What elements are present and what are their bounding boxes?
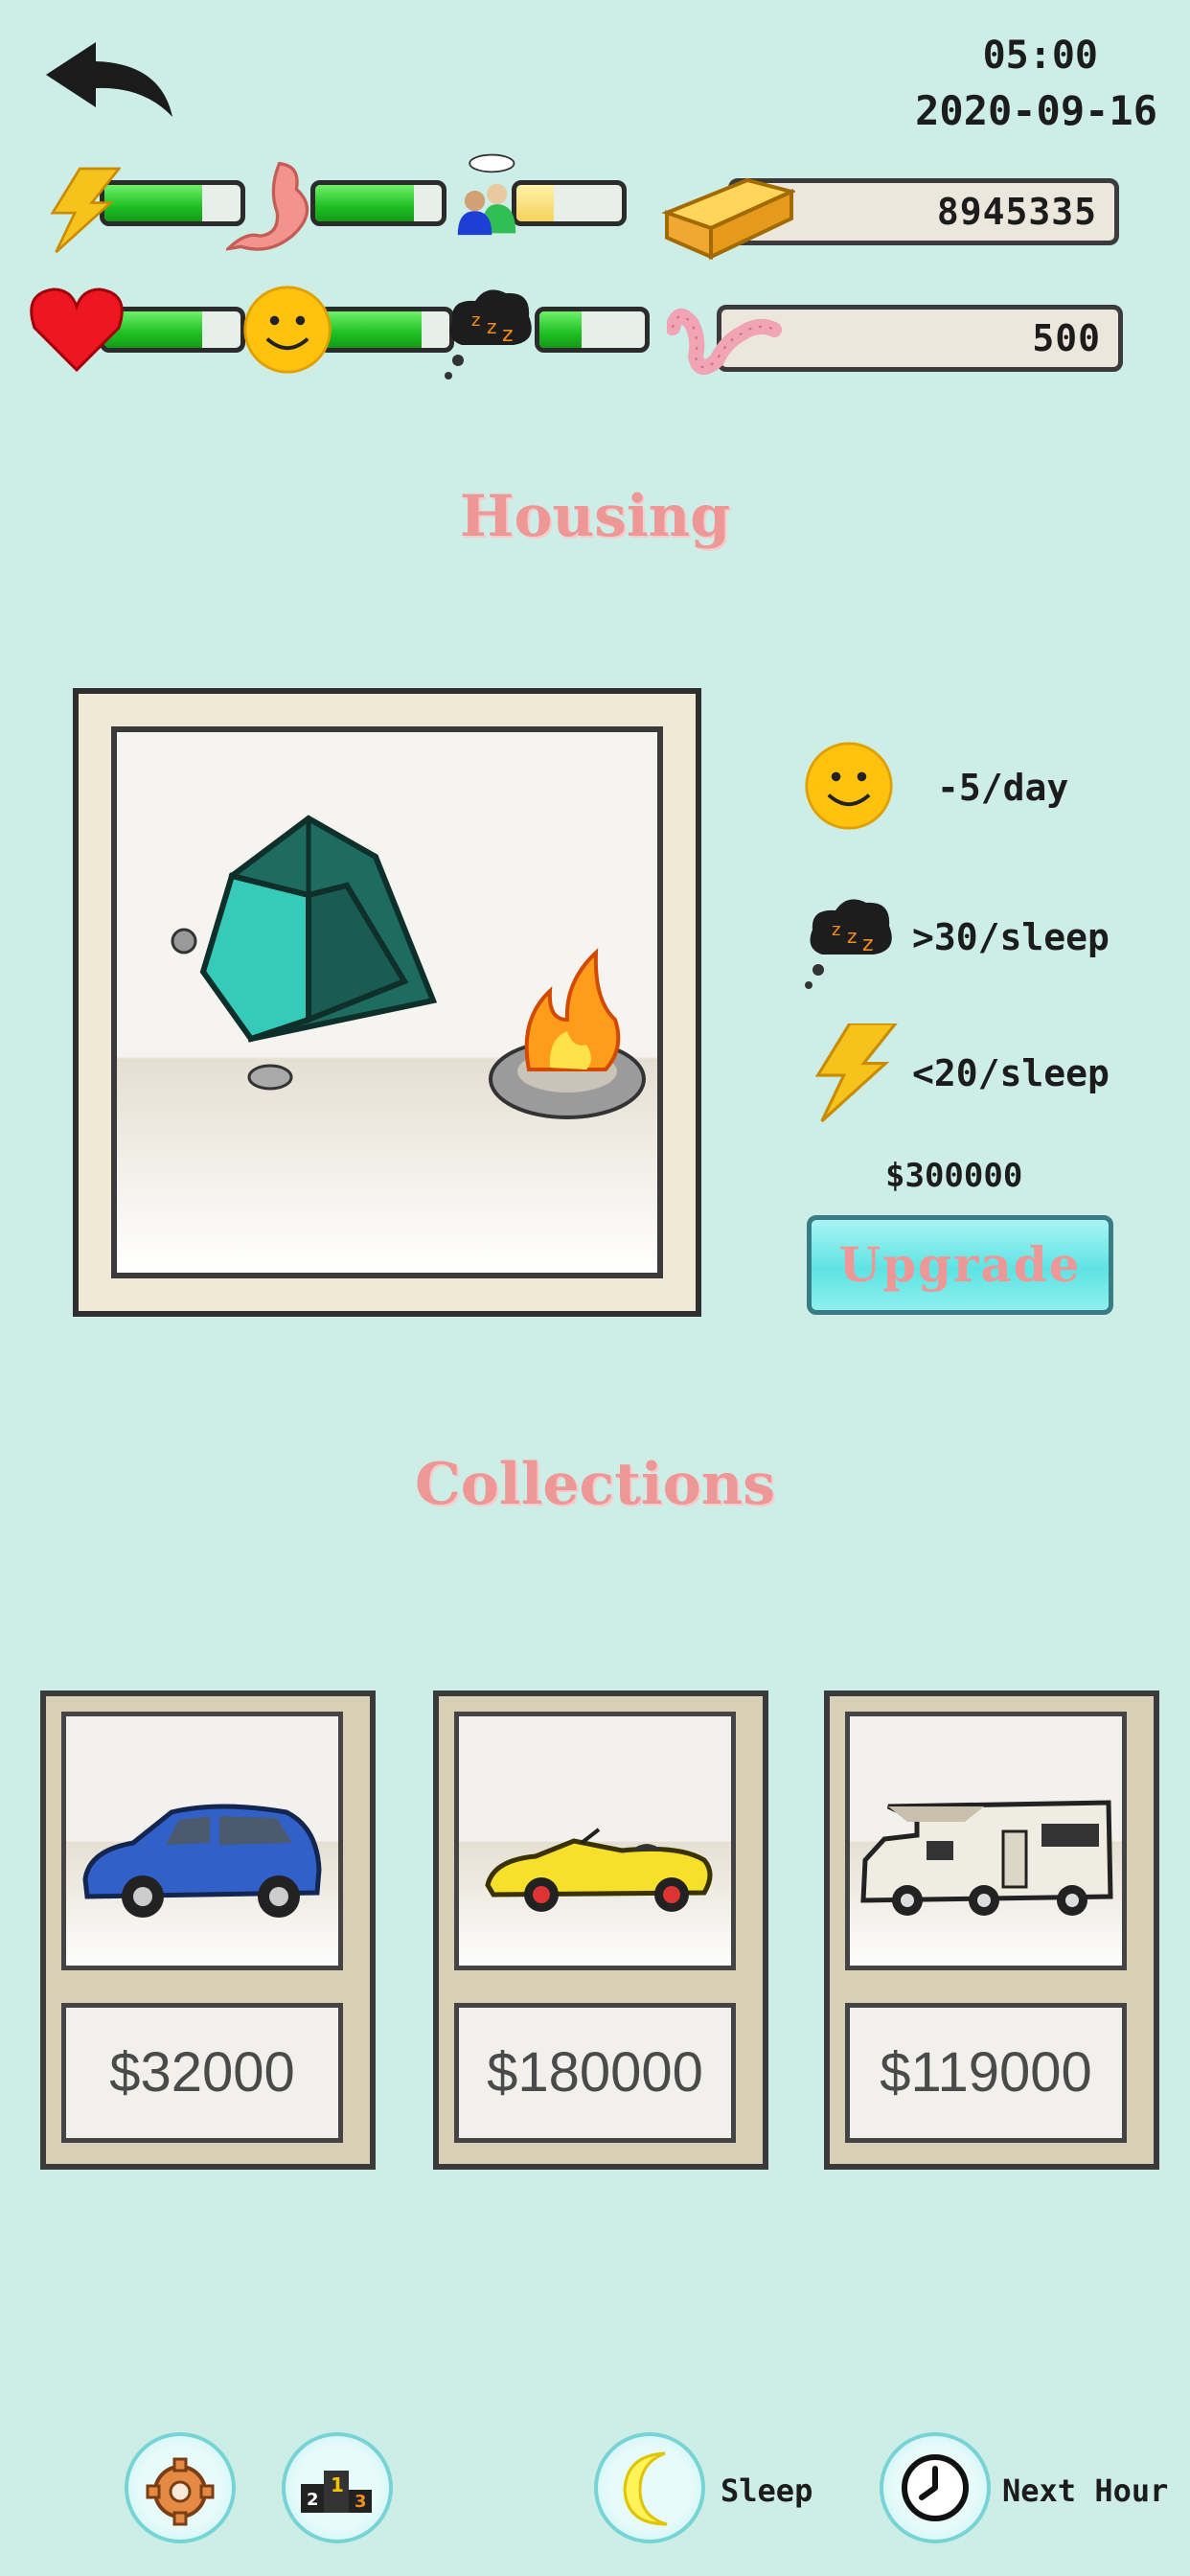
effect-happiness-text: -5/day bbox=[937, 767, 1069, 809]
collection-price: $180000 bbox=[454, 2003, 736, 2143]
lightning-icon bbox=[814, 1022, 899, 1123]
back-button[interactable] bbox=[38, 34, 182, 121]
effect-happiness bbox=[803, 740, 895, 836]
social-stat bbox=[456, 153, 629, 236]
worm-icon bbox=[667, 309, 782, 375]
gold-value: 8945335 bbox=[936, 191, 1097, 233]
tent-campfire-illustration bbox=[171, 815, 646, 1119]
sleep-cloud-icon: z z z bbox=[805, 899, 892, 989]
sleep-stat: z z z bbox=[443, 289, 650, 380]
collections-title: Collections bbox=[415, 1451, 775, 1518]
smiley-icon bbox=[243, 286, 332, 374]
sleep-button[interactable] bbox=[594, 2432, 705, 2543]
housing-image bbox=[111, 726, 663, 1278]
effect-energy-text: <20/sleep bbox=[912, 1052, 1110, 1094]
podium-icon: 2 1 3 bbox=[301, 2471, 372, 2513]
settings-button[interactable] bbox=[125, 2432, 236, 2543]
svg-text:z: z bbox=[471, 310, 480, 331]
upgrade-button[interactable]: Upgrade bbox=[807, 1215, 1113, 1315]
energy-stat bbox=[44, 165, 245, 254]
collection-price: $32000 bbox=[61, 2003, 343, 2143]
lightning-icon bbox=[50, 167, 121, 254]
collection-card-sports-car[interactable]: $180000 bbox=[433, 1690, 768, 2170]
people-chat-icon bbox=[457, 153, 516, 236]
sleep-label[interactable]: Sleep bbox=[721, 2472, 812, 2509]
svg-text:z: z bbox=[847, 925, 858, 948]
effect-sleep-text: >30/sleep bbox=[912, 916, 1110, 958]
effect-sleep: z z z bbox=[803, 887, 899, 997]
sleep-cloud-icon: z z z bbox=[445, 289, 532, 380]
worm-value: 500 bbox=[1032, 317, 1101, 359]
collection-card-car[interactable]: $32000 bbox=[40, 1690, 376, 2170]
collection-image bbox=[845, 1712, 1127, 1970]
game-date: 2020-09-16 bbox=[915, 87, 1157, 134]
svg-text:z: z bbox=[832, 920, 840, 940]
health-stat bbox=[29, 288, 245, 373]
next-hour-label[interactable]: Next Hour bbox=[1002, 2472, 1168, 2509]
clock-icon bbox=[902, 2454, 969, 2521]
housing-frame bbox=[73, 688, 701, 1317]
hunger-stat bbox=[226, 161, 446, 251]
stomach-icon bbox=[226, 161, 309, 251]
svg-text:z: z bbox=[862, 932, 874, 956]
smiley-icon bbox=[805, 742, 893, 830]
gear-icon bbox=[146, 2457, 215, 2526]
blue-car-icon bbox=[82, 1804, 322, 1918]
heart-icon bbox=[30, 288, 124, 373]
sleep-bar-fill bbox=[539, 311, 582, 348]
happiness-bar-fill bbox=[323, 311, 422, 348]
collection-price: $119000 bbox=[845, 2003, 1127, 2143]
svg-text:3: 3 bbox=[355, 2492, 367, 2512]
moon-icon bbox=[623, 2451, 668, 2526]
yellow-sports-car-icon bbox=[485, 1828, 713, 1912]
housing-title: Housing bbox=[459, 483, 731, 550]
svg-text:1: 1 bbox=[331, 2473, 344, 2496]
hunger-bar-fill bbox=[315, 185, 414, 221]
gold-bar-icon bbox=[661, 177, 795, 261]
camper-rv-icon bbox=[860, 1800, 1113, 1916]
collection-image bbox=[454, 1712, 736, 1970]
effect-energy bbox=[805, 1022, 901, 1127]
next-hour-button[interactable] bbox=[880, 2432, 991, 2543]
svg-text:2: 2 bbox=[307, 2490, 319, 2510]
svg-text:z: z bbox=[502, 323, 514, 347]
collection-image bbox=[61, 1712, 343, 1970]
ranking-button[interactable]: 2 1 3 bbox=[282, 2432, 393, 2543]
game-time: 05:00 bbox=[982, 34, 1098, 78]
back-arrow-icon bbox=[46, 42, 172, 117]
collection-card-rv[interactable]: $119000 bbox=[824, 1690, 1159, 2170]
happiness-stat bbox=[241, 286, 454, 374]
upgrade-price: $300000 bbox=[885, 1157, 1023, 1195]
svg-text:z: z bbox=[487, 315, 497, 338]
